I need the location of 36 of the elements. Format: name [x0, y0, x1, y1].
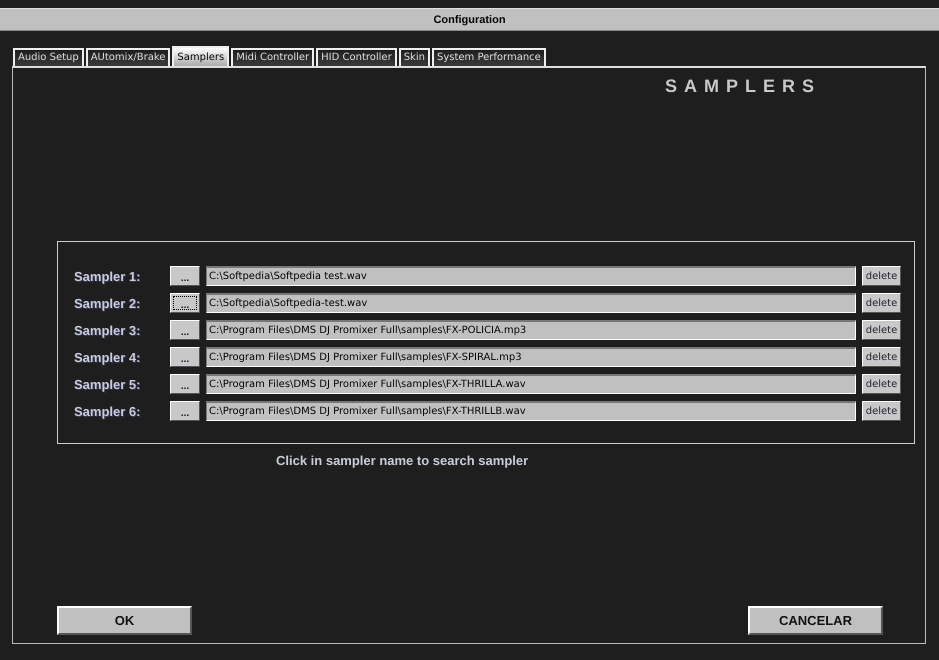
sampler-label[interactable]: Sampler 6: — [74, 404, 170, 418]
browse-button[interactable]: ... — [170, 347, 200, 367]
ok-button[interactable]: OK — [57, 606, 192, 635]
path-field[interactable]: C:\Softpedia\Softpedia test.wav — [206, 266, 856, 286]
browse-button[interactable]: ... — [170, 401, 200, 421]
cancel-button[interactable]: CANCELAR — [748, 606, 883, 635]
delete-button[interactable]: delete — [862, 347, 901, 367]
delete-button[interactable]: delete — [862, 293, 901, 313]
tab[interactable]: Audio Setup — [13, 48, 84, 66]
sampler-label[interactable]: Sampler 2: — [74, 296, 170, 310]
sampler-label[interactable]: Sampler 3: — [74, 322, 170, 338]
section-heading: SAMPLERS — [664, 76, 821, 97]
window-title: Configuration — [0, 8, 939, 31]
browse-button[interactable]: ... — [170, 266, 200, 286]
tab[interactable]: HID Controller — [316, 48, 397, 66]
tab[interactable]: System Performance — [432, 48, 546, 66]
browse-button[interactable]: ... — [170, 374, 200, 394]
delete-button[interactable]: delete — [862, 320, 901, 340]
browse-button[interactable]: ... — [170, 320, 200, 340]
tab[interactable]: Samplers — [172, 46, 230, 66]
path-field[interactable]: C:\Program Files\DMS DJ Promixer Full\samples\FX-THRILLA.wav — [206, 374, 856, 394]
path-field[interactable]: C:\Softpedia\Softpedia-test.wav — [206, 293, 856, 313]
delete-button[interactable]: delete — [862, 374, 901, 394]
delete-button[interactable]: delete — [862, 266, 901, 286]
delete-button[interactable]: delete — [862, 401, 901, 421]
sampler-label[interactable]: Sampler 4: — [74, 350, 170, 364]
tab[interactable]: Skin — [398, 48, 430, 66]
browse-button[interactable]: ... — [170, 293, 200, 313]
hint-text: Click in sampler name to search sampler — [276, 453, 530, 468]
path-field[interactable]: C:\Program Files\DMS DJ Promixer Full\samples\FX-SPIRAL.mp3 — [206, 347, 856, 367]
path-field[interactable]: C:\Program Files\DMS DJ Promixer Full\samples\FX-POLICIA.mp3 — [206, 320, 856, 340]
path-field[interactable]: C:\Program Files\DMS DJ Promixer Full\samples\FX-THRILLB.wav — [206, 401, 856, 421]
sampler-label[interactable]: Sampler 1: — [74, 268, 170, 284]
tab[interactable]: AUtomix/Brake — [86, 48, 170, 66]
tab[interactable]: Midi Controller — [231, 48, 314, 66]
sampler-label[interactable]: Sampler 5: — [74, 376, 170, 392]
